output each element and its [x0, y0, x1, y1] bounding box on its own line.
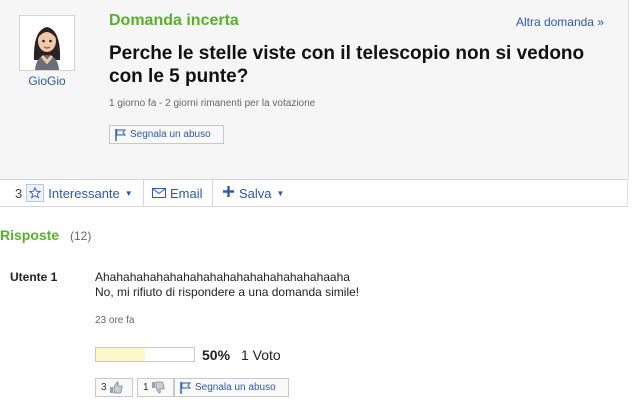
user-name-link[interactable]: GioGio	[18, 74, 76, 88]
thumbs-down-icon	[149, 381, 165, 394]
answer-line: No, mi rifiuto di rispondere a una doman…	[95, 285, 360, 299]
answer-time: 23 ore fa	[95, 315, 135, 326]
save-label: Salva	[239, 185, 272, 201]
envelope-icon	[152, 186, 166, 201]
chevron-down-icon: ▼	[124, 188, 133, 198]
report-abuse-button[interactable]: Segnala un abuso	[174, 378, 289, 397]
avatar[interactable]	[19, 15, 75, 71]
thumbs-up-button[interactable]: 3	[95, 378, 133, 397]
question-meta: 1 giorno fa - 2 giorni rimanenti per la …	[109, 98, 316, 109]
report-abuse-label: Segnala un abuso	[130, 129, 211, 140]
answer-user-name[interactable]: Utente 1	[10, 270, 57, 284]
action-bar: 3 Interessante ▼ Email Salva ▼	[0, 179, 628, 207]
answer-line: Ahahahahahahahahahahahahahahahahahaaha	[95, 270, 350, 284]
vote-count: 1 Voto	[241, 347, 281, 363]
report-abuse-label: Segnala un abuso	[195, 382, 276, 393]
vote-percent: 50%	[202, 347, 231, 363]
vote-progress-fill	[96, 348, 145, 361]
save-button[interactable]: Salva ▼	[222, 180, 292, 206]
answers-count: (12)	[70, 229, 92, 243]
vote-progress-bar	[95, 347, 195, 362]
avatar-icon	[20, 16, 74, 70]
question-panel: GioGio Domanda incerta Altra domanda » P…	[0, 0, 629, 179]
question-title: Perche le stelle viste con il telescopio…	[109, 43, 585, 87]
answers-heading: Risposte	[0, 227, 60, 243]
plus-icon	[222, 185, 235, 201]
thumbs-down-button[interactable]: 1	[137, 378, 174, 397]
thumbs-up-icon	[107, 381, 123, 394]
flag-icon	[180, 381, 195, 394]
answer-text: Ahahahahahahahahahahahahahahahahahaaha N…	[95, 270, 615, 300]
question-status: Domanda incerta	[109, 12, 239, 29]
email-button[interactable]: Email	[152, 180, 213, 206]
email-label: Email	[170, 185, 203, 201]
chevron-down-icon: ▼	[276, 188, 285, 198]
star-icon	[26, 184, 45, 202]
report-abuse-button[interactable]: Segnala un abuso	[109, 125, 224, 144]
flag-icon	[115, 128, 130, 141]
interesting-label: Interessante	[48, 185, 120, 201]
next-question-link[interactable]: Altra domanda »	[516, 15, 604, 29]
star-count: 3	[15, 185, 23, 201]
interesting-button[interactable]: 3 Interessante ▼	[15, 180, 144, 206]
